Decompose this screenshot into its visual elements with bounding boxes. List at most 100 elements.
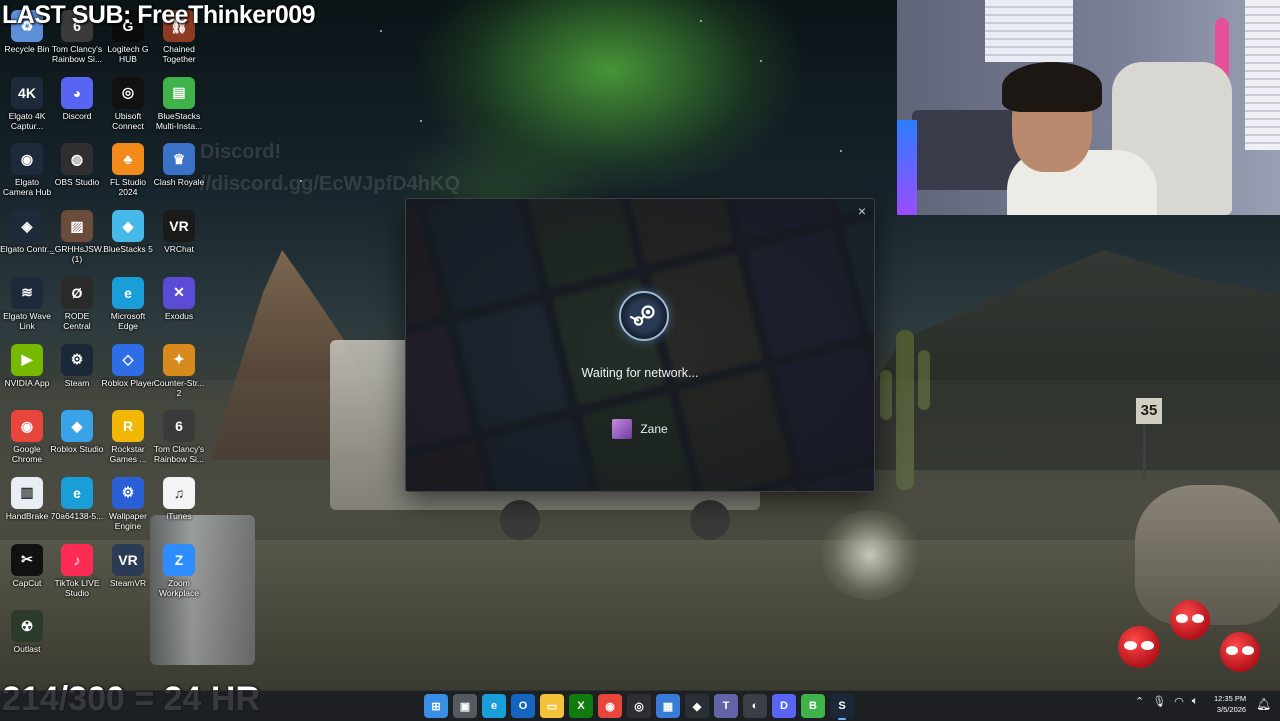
desktop-icon[interactable]: ◕ Discord <box>50 76 104 121</box>
desktop-icon[interactable]: ▤ BlueStacks Multi-Insta... <box>152 76 206 131</box>
spiderman-eye <box>1242 646 1254 655</box>
desktop-icon[interactable]: ♛ Clash Royale <box>152 143 206 187</box>
desktop-icon[interactable]: Ø RODE Central <box>50 276 104 331</box>
volume-icon[interactable]: 🔈︎ <box>1192 695 1199 708</box>
desktop-icon-label: Wallpaper Engine <box>109 510 147 531</box>
desktop-icon-label: Rockstar Games ... <box>109 444 147 465</box>
desktop-icon-label: Elgato Wave Link <box>3 310 51 331</box>
desktop-icon[interactable]: ◆ BlueStacks 5 <box>101 210 155 254</box>
alienware-taskbar-icon[interactable]: ◆ <box>685 694 709 718</box>
desktop-icon[interactable]: ◉ Google Chrome <box>0 410 54 464</box>
clock-time: 12:35 PM <box>1214 694 1247 703</box>
desktop-icon[interactable]: VR VRChat <box>152 210 206 254</box>
desktop-icon-label: Recycle Bin <box>4 44 50 54</box>
discord-taskbar-icon[interactable]: D <box>772 694 796 718</box>
desktop-icon[interactable]: e Microsoft Edge <box>101 276 155 331</box>
desktop-icon[interactable]: ✂ CapCut <box>0 543 54 588</box>
dialog-close-button[interactable]: × <box>858 203 866 219</box>
edge-icon: e <box>112 276 144 309</box>
tray-overflow-icon[interactable]: ⌃ <box>1135 695 1144 708</box>
counter-strike-icon: ✦ <box>163 343 195 376</box>
teams-taskbar-icon[interactable]: T <box>714 694 738 718</box>
desktop-icon-label: Chained Together <box>162 44 196 64</box>
desktop-icon[interactable]: ⚙ Wallpaper Engine <box>101 476 155 531</box>
spiderman-eye <box>1226 646 1238 655</box>
steam-taskbar-icon[interactable]: S <box>830 694 854 720</box>
star <box>700 20 702 22</box>
notification-bell-icon[interactable]: 🔔︎ <box>1256 697 1271 711</box>
bluestacks-multi-icon: ▤ <box>163 76 195 109</box>
username-label: Zane <box>640 422 668 436</box>
chrome-icon: ◉ <box>11 410 43 443</box>
task-view-icon[interactable]: ▣ <box>453 694 477 718</box>
desktop-icon[interactable]: ▨ _GRHHsJSW... (1) <box>50 210 109 264</box>
desktop-icon[interactable]: ◎ Ubisoft Connect <box>101 76 155 131</box>
fl-studio-icon: ♣ <box>112 143 144 176</box>
desktop-icon[interactable]: ▥ HandBrake <box>0 476 54 521</box>
desktop-icon[interactable]: ♪ TikTok LIVE Studio <box>50 543 104 598</box>
wifi-icon[interactable]: ◠ <box>1174 695 1184 708</box>
clash-royale-icon: ♛ <box>163 143 195 176</box>
desktop-icon-label: Discord <box>62 110 92 121</box>
obs-taskbar-icon[interactable]: ◎ <box>627 694 651 718</box>
microphone-icon[interactable]: 🎙︎ <box>1152 695 1166 708</box>
desktop-icon-label: BlueStacks 5 <box>103 244 153 255</box>
webcam-overlay <box>897 0 1280 215</box>
unknown-taskbar-icon[interactable]: ◐ <box>743 694 767 718</box>
rockstar-icon: R <box>112 410 144 443</box>
desktop-icon-label: Outlast <box>13 644 41 655</box>
outlast-icon: ☢ <box>11 610 43 643</box>
desktop-icon-label: Counter-Str... 2 <box>153 377 205 398</box>
spiderman-sticker <box>1118 626 1160 668</box>
desktop-icon-label: Elgato Camera Hub <box>2 177 52 198</box>
desktop-icon[interactable]: ≋ Elgato Wave Link <box>0 276 54 331</box>
desktop-icon-label: VRChat <box>164 244 194 255</box>
last-sub-overlay: LAST SUB: FreeThinker009 <box>2 1 316 29</box>
store-taskbar-icon[interactable]: ▦ <box>656 694 680 718</box>
chrome-taskbar-icon[interactable]: ◉ <box>598 694 622 718</box>
desktop-icon[interactable]: R Rockstar Games ... <box>101 410 155 464</box>
desktop-icon[interactable]: ◆ Roblox Studio <box>50 410 104 454</box>
desktop-icon[interactable]: ♣ FL Studio 2024 <box>101 143 155 197</box>
desktop-icon[interactable]: ◉ Elgato Camera Hub <box>0 143 54 197</box>
user-avatar <box>612 419 633 439</box>
desktop-icon[interactable]: e 70a64138-5... <box>50 476 104 521</box>
desktop-icon[interactable]: ⚙ Steam <box>50 343 104 388</box>
desktop-icon[interactable]: ☢ Outlast <box>0 610 54 654</box>
spiderman-eye <box>1124 640 1137 650</box>
desktop-icon[interactable]: ◍ OBS Studio <box>50 143 104 187</box>
desktop-icon-label: Roblox Studio <box>50 444 104 455</box>
clock-date: 3/5/2026 <box>1216 705 1247 714</box>
desktop-icon[interactable]: ♫ iTunes <box>152 476 206 521</box>
bluestacks-icon: ◆ <box>112 210 144 243</box>
taskbar-clock[interactable]: 12:35 PM 3/5/2026 <box>1214 693 1246 715</box>
webcam-window-blinds <box>985 0 1073 62</box>
desktop-icon[interactable]: ✕ Exodus <box>152 276 206 321</box>
edge-taskbar-icon[interactable]: e <box>482 694 506 718</box>
desktop-icon[interactable]: VR SteamVR <box>101 543 155 588</box>
star <box>420 120 422 122</box>
desktop-icon-label: Elgato 4K Captur... <box>8 110 46 131</box>
desktop-icon[interactable]: ◈ Elgato Contr... <box>0 210 54 254</box>
dialog-dim-overlay <box>406 199 874 491</box>
steam-logo-icon <box>619 291 669 341</box>
elgato-camera-icon: ◉ <box>11 143 43 176</box>
file-explorer-icon[interactable]: ▭ <box>540 694 564 718</box>
rainbow-six-icon: 6 <box>163 410 195 443</box>
desktop-icon[interactable]: ▶ NVIDIA App <box>0 343 54 388</box>
xbox-taskbar-icon[interactable]: X <box>569 694 593 718</box>
outlook-taskbar-icon[interactable]: O <box>511 694 535 718</box>
start-button[interactable]: ⊞ <box>424 694 448 718</box>
rode-icon: Ø <box>61 276 93 309</box>
bluestacks-taskbar-icon[interactable]: B <box>801 694 825 718</box>
desktop-icon[interactable]: ◇ Roblox Player <box>101 343 155 388</box>
desktop-icon[interactable]: 4K Elgato 4K Captur... <box>0 76 54 131</box>
exodus-icon: ✕ <box>163 276 195 309</box>
faint-discord-link: //discord.gg/EcWJpfD4hKQ <box>200 173 461 195</box>
desktop-icon-label: OBS Studio <box>54 177 100 188</box>
desktop-icon[interactable]: ✦ Counter-Str... 2 <box>152 343 206 398</box>
star <box>380 30 382 32</box>
desktop-icon[interactable]: Z Zoom Workplace <box>152 543 206 598</box>
desktop-icon[interactable]: 6 Tom Clancy's Rainbow Si... <box>152 410 206 464</box>
star <box>760 60 762 62</box>
